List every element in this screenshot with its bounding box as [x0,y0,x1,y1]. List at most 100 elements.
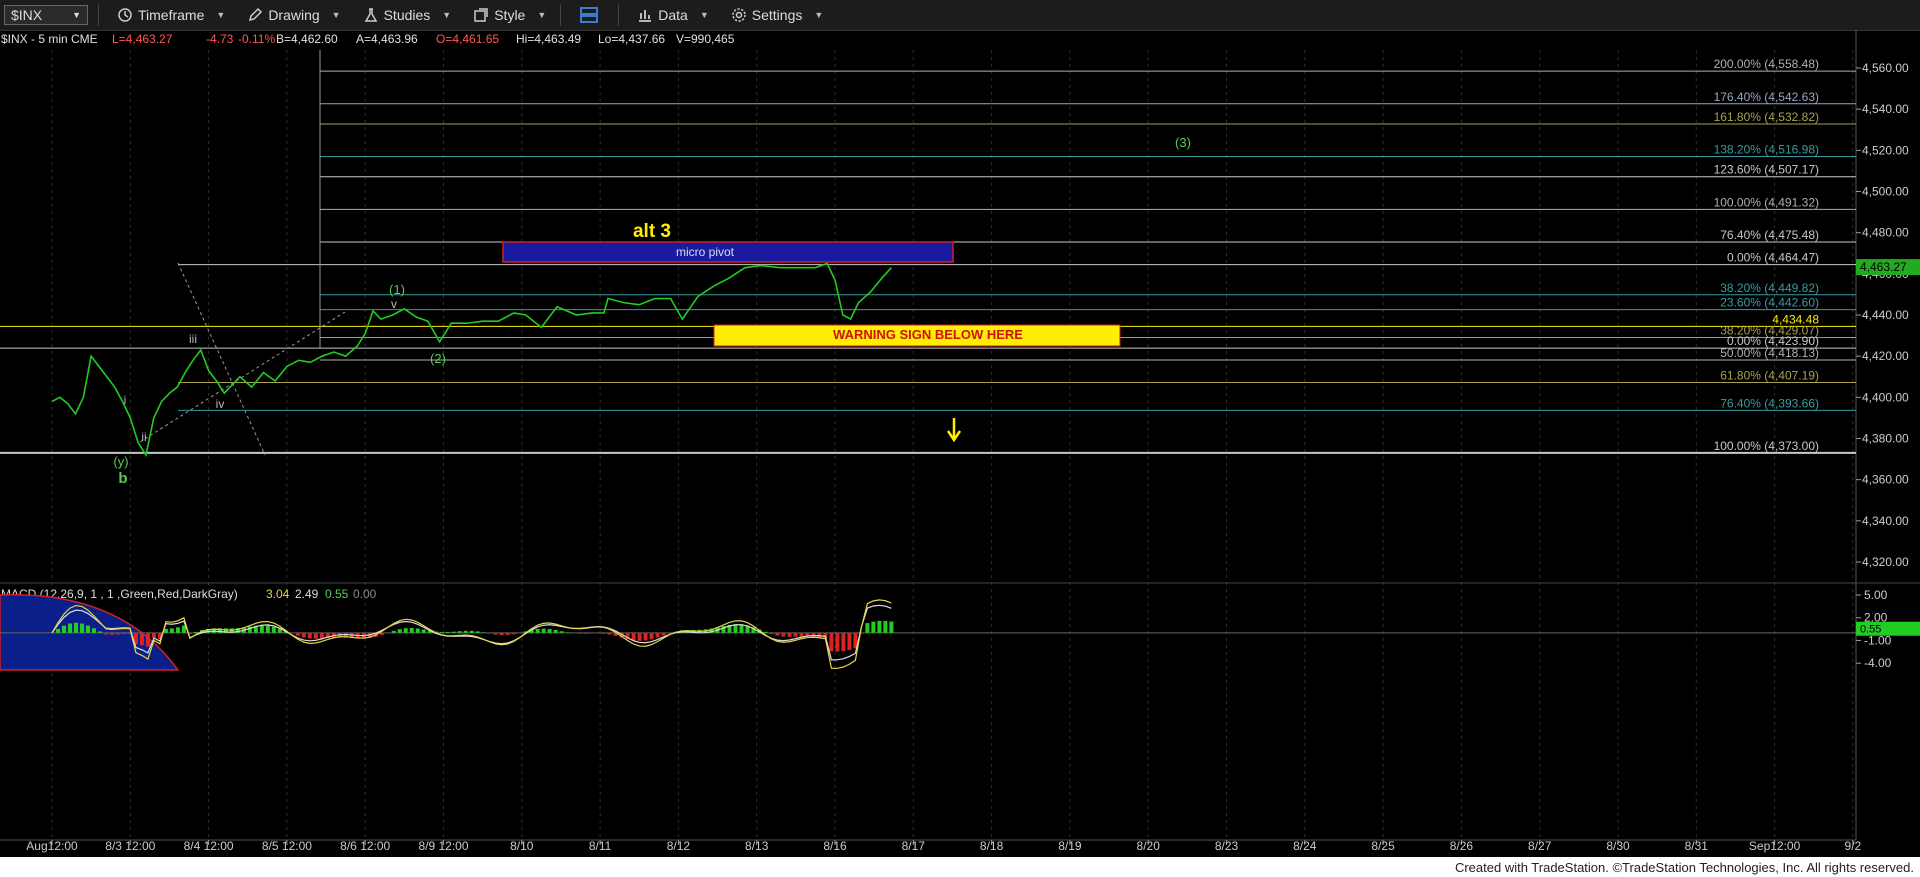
chart-header-open: O=4,461.65 [436,32,499,46]
x-tick-label: 8/31 [1685,839,1709,853]
wave-ii-label: ii [141,430,146,444]
wave-iv-label: iv [216,397,225,411]
price-series [51,262,892,458]
symbol-selector[interactable]: $INX ▼ [4,5,88,25]
y-tick-label: 4,360.00 [1862,473,1909,487]
wave-v-label: v [391,297,397,311]
layout-icon [580,7,599,23]
layout-button[interactable] [575,3,608,27]
x-tick-label: 8/30 [1606,839,1630,853]
fib-label: 176.40% (4,542.63) [1714,90,1819,104]
x-tick-label: 8/4 12:00 [184,839,234,853]
price-axis: 4,560.00 4,540.00 4,520.00 4,500.00 4,480.00… [1856,61,1920,569]
x-tick-label: 8/6 12:00 [340,839,390,853]
y-tick-label: 4,540.00 [1862,102,1909,116]
macd-panel: MACD (12,26,9, 1 , 1 ,Green,Red,DarkGray… [0,587,1920,671]
y-tick-label: 4,400.00 [1862,390,1909,404]
x-tick-label: 8/17 [902,839,926,853]
fib-label: 61.80% (4,407.19) [1720,369,1819,383]
divider [98,4,99,26]
y-tick-label: 4,420.00 [1862,349,1909,363]
wave-y-label: (y) [113,454,128,469]
x-tick-label: 8/23 [1215,839,1239,853]
x-tick-label: Sep12:00 [1749,839,1801,853]
y-tick-label: 4,440.00 [1862,308,1909,322]
chevron-down-icon: ▼ [699,10,709,20]
style-icon [474,8,488,22]
micro-pivot-label: micro pivot [676,245,735,259]
down-arrow-icon [946,418,962,443]
gear-icon [732,8,746,22]
divider [560,4,562,26]
price-line [51,262,892,458]
x-tick-label: 8/18 [980,839,1004,853]
annotation-boxes: micro pivot WARNING SIGN BELOW HERE alt … [502,221,1121,443]
chevron-down-icon: ▼ [72,10,81,20]
clock-icon [118,8,132,22]
macd-y-tick-label: -4.00 [1864,656,1892,670]
fib-label: 76.40% (4,475.48) [1720,228,1819,242]
y-tick-label: 4,560.00 [1862,61,1909,75]
wave-3-label: (3) [1175,135,1191,150]
chevron-down-icon: ▼ [331,10,341,20]
chart-header-hi: Hi=4,463.49 [516,32,581,46]
x-tick-label: 8/25 [1371,839,1395,853]
chart-header-bid: B=4,462.60 [276,32,338,46]
x-tick-label: 8/5 12:00 [262,839,312,853]
x-tick-label: 8/27 [1528,839,1552,853]
flask-icon [364,8,377,22]
fib-label: 0.00% (4,464.47) [1727,251,1819,265]
last-price-label: 4,463.27 [1860,260,1907,274]
chart-header-symbol: $INX - 5 min CME [1,32,98,46]
chevron-down-icon: ▼ [814,10,824,20]
studies-button[interactable]: Studies ▼ [359,3,456,27]
x-tick-label: 8/13 [745,839,769,853]
timeframe-button[interactable]: Timeframe ▼ [113,3,229,27]
fib-label: 76.40% (4,393.66) [1720,396,1819,410]
wave-iii-label: iii [189,332,197,346]
chart-header-ask: A=4,463.96 [356,32,418,46]
footer: Created with TradeStation. ©TradeStation… [0,857,1920,877]
x-tick-label: 8/19 [1058,839,1082,853]
wave-labels: (3) (1) (2) v iii iv i ii (y) b [113,135,1191,487]
fib-label: 100.00% (4,373.00) [1714,439,1819,453]
x-tick-label: 8/9 12:00 [418,839,468,853]
chart-header-vol: V=990,465 [676,32,735,46]
x-tick-label: 8/20 [1137,839,1161,853]
macd-y-tick-label: 5.00 [1864,588,1888,602]
macd-hist-value: 0.55 [325,587,349,601]
x-tick-label: Aug12:00 [26,839,78,853]
price-chart[interactable]: $INX - 5 min CME L=4,463.27 -4.73 -0.11%… [0,30,1920,857]
pencil-icon [249,7,263,22]
fib-label: 38.20% (4,449.82) [1720,281,1819,295]
fib-label: 138.20% (4,516.98) [1714,143,1819,157]
style-button[interactable]: Style ▼ [469,3,550,27]
alt3-label: alt 3 [633,221,671,242]
warning-label: WARNING SIGN BELOW HERE [833,327,1023,342]
x-tick-label: 9/2 [1845,839,1862,853]
wave-b-label: b [118,470,127,487]
wave-2-label: (2) [430,351,446,366]
y-tick-label: 4,380.00 [1862,432,1909,446]
grid [0,30,1920,840]
bar-chart-icon [639,10,652,22]
trend-channel-line [139,262,346,456]
chart-header-lo: Lo=4,437.66 [598,32,665,46]
drawing-button[interactable]: Drawing ▼ [243,3,344,27]
data-button[interactable]: Data ▼ [633,3,713,27]
chart-header-change: -4.73 [206,32,234,46]
y-tick-label: 4,340.00 [1862,514,1909,528]
y-tick-label: 4,500.00 [1862,185,1909,199]
fib-label: 123.60% (4,507.17) [1714,163,1819,177]
fib-label: 50.00% (4,418.13) [1720,346,1819,360]
y-tick-label: 4,520.00 [1862,143,1909,157]
y-tick-label: 4,320.00 [1862,555,1909,569]
settings-button[interactable]: Settings ▼ [727,3,828,27]
fib-label: 100.00% (4,491.32) [1714,195,1819,209]
toolbar: $INX ▼ Timeframe ▼ Drawing ▼ Studies ▼ Styl… [0,0,1920,31]
x-tick-label: 8/26 [1450,839,1474,853]
time-axis: Aug12:00 8/3 12:00 8/4 12:00 8/5 12:00 8/6 1… [0,839,1862,853]
chart-header-last: L=4,463.27 [112,32,173,46]
chart-header-pct: -0.11% [238,32,275,46]
chevron-down-icon: ▼ [537,10,547,20]
